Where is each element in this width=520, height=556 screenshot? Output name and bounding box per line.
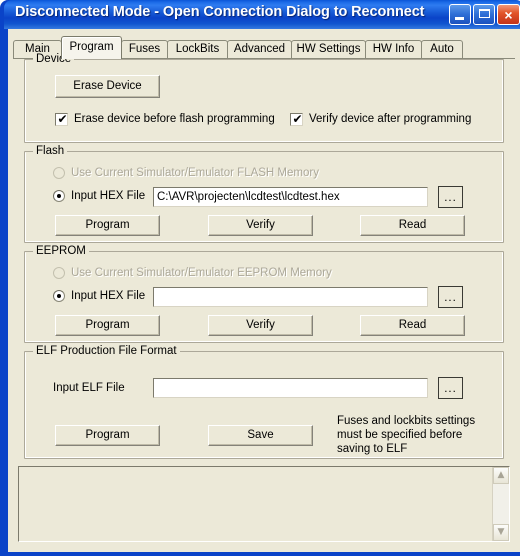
eeprom-hex-file-input[interactable] [153,287,428,307]
elf-note: Fuses and lockbits settings must be spec… [337,415,476,455]
tab-lockbits[interactable]: LockBits [167,40,228,59]
eeprom-use-current-memory-label: Use Current Simulator/Emulator EEPROM Me… [71,267,332,279]
flash-read-button[interactable]: Read [360,215,465,236]
tab-hw-info[interactable]: HW Info [365,40,422,59]
log-scrollbar[interactable]: ▲ ▼ [492,467,509,541]
tab-advanced[interactable]: Advanced [227,40,292,59]
elf-save-button[interactable]: Save [208,425,313,446]
close-button[interactable]: × [497,4,520,25]
verify-after-programming-label: Verify device after programming [309,113,472,125]
erase-before-flash-label: Erase device before flash programming [74,113,275,125]
flash-verify-button[interactable]: Verify [208,215,313,236]
radio-circle [53,267,65,279]
checkbox-box: ✔ [290,113,303,126]
eeprom-group-title: EEPROM [33,245,89,257]
application-window: Disconnected Mode - Open Connection Dial… [0,0,520,556]
elf-input-label: Input ELF File [53,382,125,394]
elf-browse-label: ... [444,383,457,395]
flash-use-current-memory-label: Use Current Simulator/Emulator FLASH Mem… [71,167,319,179]
elf-file-input[interactable] [153,378,428,398]
flash-input-hex-label: Input HEX File [71,190,146,202]
tab-fuses[interactable]: Fuses [121,40,168,59]
tab-program[interactable]: Program [61,36,122,59]
eeprom-browse-button[interactable]: ... [438,286,463,308]
tab-auto[interactable]: Auto [421,40,463,59]
title-bar: Disconnected Mode - Open Connection Dial… [4,0,520,29]
scroll-up-icon[interactable]: ▲ [493,467,509,484]
radio-circle [53,190,65,202]
maximize-icon [479,9,490,18]
flash-hex-file-input[interactable]: C:\AVR\projecten\lcdtest\lcdtest.hex [153,187,428,207]
elf-program-button[interactable]: Program [55,425,160,446]
radio-circle [53,167,65,179]
radio-dot [57,194,61,198]
minimize-icon [455,17,464,20]
radio-circle [53,290,65,302]
log-output-panel[interactable]: ▲ ▼ [18,466,510,542]
elf-group-title: ELF Production File Format [33,345,180,357]
flash-group-title: Flash [33,145,68,157]
eeprom-group: EEPROM Use Current Simulator/Emulator EE… [24,245,504,343]
tab-bar: Main Program Fuses LockBits Advanced HW … [13,36,515,59]
device-group-bevel [25,60,503,142]
checkbox-box: ✔ [55,113,68,126]
eeprom-read-button[interactable]: Read [360,315,465,336]
erase-device-button[interactable]: Erase Device [55,75,160,98]
eeprom-verify-button[interactable]: Verify [208,315,313,336]
client-area: Main Program Fuses LockBits Advanced HW … [8,29,520,552]
close-icon: × [504,7,513,23]
flash-browse-label: ... [444,192,457,204]
tab-hw-settings[interactable]: HW Settings [291,40,366,59]
check-icon: ✔ [57,112,68,126]
elf-browse-button[interactable]: ... [438,377,463,399]
maximize-button[interactable] [473,4,495,25]
eeprom-browse-label: ... [444,292,457,304]
elf-group: ELF Production File Format Input ELF Fil… [24,345,504,459]
window-title: Disconnected Mode - Open Connection Dial… [15,4,425,20]
flash-browse-button[interactable]: ... [438,186,463,208]
flash-program-button[interactable]: Program [55,215,160,236]
check-icon: ✔ [292,112,303,126]
eeprom-program-button[interactable]: Program [55,315,160,336]
eeprom-input-hex-label: Input HEX File [71,290,146,302]
radio-dot [57,294,61,298]
window-controls: × [449,4,520,25]
scroll-down-icon[interactable]: ▼ [493,524,509,541]
minimize-button[interactable] [449,4,471,25]
flash-group: Flash Use Current Simulator/Emulator FLA… [24,145,504,243]
device-group: Device Erase Device ✔ Erase device befor… [24,53,504,143]
